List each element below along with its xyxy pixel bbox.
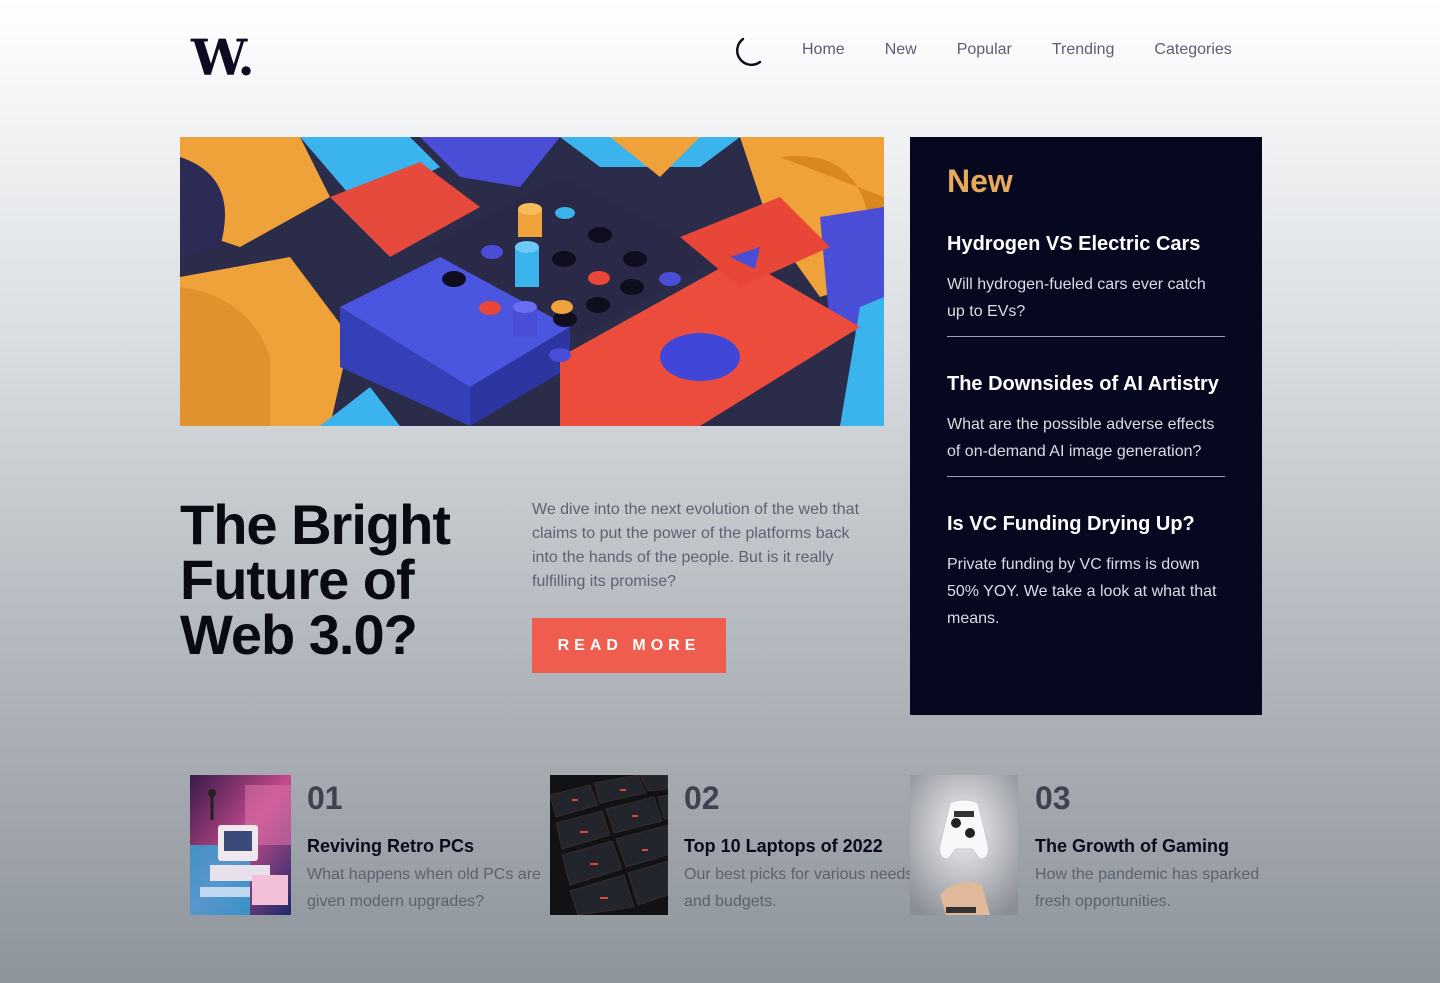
divider (947, 476, 1225, 477)
new-article-desc: Private funding by VC firms is down 50% … (947, 556, 1217, 627)
main-nav: Home New Popular Trending Categories (802, 40, 1232, 60)
featured-article-3[interactable]: 03 The Growth of Gaming How the pandemic… (910, 775, 1260, 915)
moon-icon[interactable] (733, 36, 763, 68)
article-number: 03 (1035, 780, 1071, 816)
new-article-desc: Will hydrogen-fueled cars ever catch up … (947, 276, 1206, 320)
article-title[interactable]: Top 10 Laptops of 2022 (684, 834, 883, 858)
retro-pc-image (190, 775, 291, 915)
laptop-keyboard-image (550, 775, 668, 915)
article-desc: Our best picks for various needs and bud… (684, 866, 914, 910)
new-article-title[interactable]: Hydrogen VS Electric Cars (947, 229, 1225, 259)
game-controller-image (910, 775, 1018, 915)
article-desc: What happens when old PCs are given mode… (307, 866, 541, 910)
hero-title: The Bright Future of Web 3.0? (180, 493, 451, 666)
article-number: 02 (684, 780, 720, 816)
nav-popular[interactable]: Popular (957, 40, 1012, 60)
site-logo[interactable]: W. (191, 30, 255, 86)
new-article-title[interactable]: The Downsides of AI Artistry (947, 369, 1225, 399)
read-more-button[interactable]: READ MORE (532, 618, 726, 673)
nav-new[interactable]: New (885, 40, 917, 60)
header: W. Home New Popular Trending Categories (0, 0, 1440, 100)
new-article-item[interactable]: Is VC Funding Drying Up? Private funding… (947, 509, 1225, 632)
new-article-item[interactable]: The Downsides of AI Artistry What are th… (947, 369, 1225, 465)
hero-image (180, 137, 884, 426)
new-article-title[interactable]: Is VC Funding Drying Up? (947, 509, 1225, 539)
nav-home[interactable]: Home (802, 40, 845, 60)
featured-article-2[interactable]: 02 Top 10 Laptops of 2022 Our best picks… (550, 775, 913, 915)
article-desc: How the pandemic has sparked fresh oppor… (1035, 866, 1260, 910)
new-article-item[interactable]: Hydrogen VS Electric Cars Will hydrogen-… (947, 229, 1225, 325)
hero-description: We dive into the next evolution of the w… (532, 501, 860, 590)
article-number: 01 (307, 780, 343, 816)
article-title[interactable]: Reviving Retro PCs (307, 834, 474, 858)
new-articles-panel: New Hydrogen VS Electric Cars Will hydro… (910, 137, 1262, 715)
nav-trending[interactable]: Trending (1052, 40, 1115, 60)
article-title[interactable]: The Growth of Gaming (1035, 834, 1229, 858)
divider (947, 336, 1225, 337)
featured-article-1[interactable]: 01 Reviving Retro PCs What happens when … (190, 775, 541, 915)
new-panel-heading: New (947, 163, 1013, 199)
new-article-desc: What are the possible adverse effects of… (947, 416, 1215, 460)
nav-categories[interactable]: Categories (1154, 40, 1231, 60)
